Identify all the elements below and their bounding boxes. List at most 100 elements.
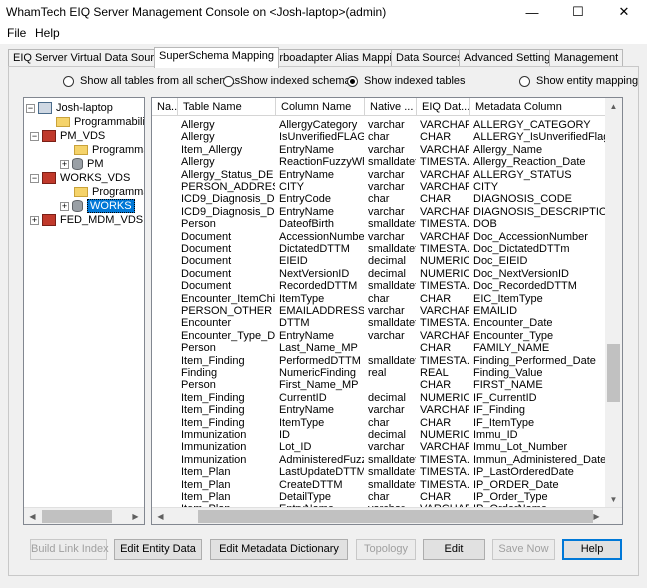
collapse-icon[interactable]: − <box>26 103 35 113</box>
table-row[interactable]: Allergy ReactionFuzzyWh... smalldatet... TI… <box>152 156 607 168</box>
minimize-button[interactable]: — <box>509 0 555 24</box>
table-row[interactable]: Person First_Name_MP CHAR FIRST_NAME <box>152 379 607 391</box>
table-row[interactable]: Allergy AllergyCategory varchar VARCHAR ALLE… <box>152 119 607 131</box>
tab-advanced-settings[interactable]: Advanced Settings <box>459 49 561 67</box>
table-row[interactable]: Document NextVersionID decimal NUMERIC Doc_N… <box>152 268 607 280</box>
table-cell: CITY <box>279 181 305 193</box>
column-header-column-name[interactable]: Column Name <box>276 98 365 116</box>
tree-node-root[interactable]: − Josh-laptop <box>26 101 113 115</box>
expand-icon[interactable]: + <box>60 159 69 169</box>
table-cell: varchar <box>368 305 405 317</box>
table-row[interactable]: Immunization AdministeredFuzzy... smalldat… <box>152 454 607 466</box>
table-row[interactable]: ICD9_Diagnosis_DE EntryCode char CHAR DIAGNO… <box>152 193 607 205</box>
maximize-button[interactable]: ☐ <box>555 0 601 24</box>
help-button[interactable]: Help <box>562 539 622 560</box>
table-cell: NumericFinding <box>279 367 357 379</box>
close-button[interactable]: ✕ <box>601 0 647 24</box>
tree-node-works[interactable]: + WORKS <box>60 199 135 213</box>
collapse-icon[interactable]: − <box>30 173 39 183</box>
table-row[interactable]: Document RecordedDTTM smalldatet... TIMESTA… <box>152 280 607 292</box>
radio-indexed-tables[interactable]: Show indexed tables <box>347 75 466 87</box>
table-cell: Encounter_Type <box>473 329 554 342</box>
table-row[interactable]: Immunization ID decimal NUMERIC Immu_ID <box>152 429 607 441</box>
table-row[interactable]: Document EIEID decimal NUMERIC Doc_EIEID <box>152 255 607 267</box>
radio-indexed-schemas[interactable]: Show indexed schemas <box>223 75 356 87</box>
tree-horizontal-scrollbar[interactable]: ◀ ▶ <box>24 507 144 524</box>
tab-superschema-mapping[interactable]: SuperSchema Mapping <box>154 47 279 68</box>
column-header-name[interactable]: Na... <box>152 98 178 116</box>
tab-eiq-server-vds[interactable]: EIQ Server Virtual Data Sources <box>8 49 177 67</box>
column-header-eiq-type[interactable]: EIQ Dat... <box>417 98 470 116</box>
tree-node-works-programmability[interactable]: Programmab <box>74 185 144 199</box>
table-row[interactable]: Document AccessionNumber varchar VARCHAR Doc… <box>152 231 607 243</box>
column-header-metadata-column[interactable]: Metadata Column <box>470 98 607 116</box>
tree-label: PM_VDS <box>60 130 106 142</box>
table-row[interactable]: Encounter DTTM smalldatet... TIMESTA... Enco… <box>152 317 607 329</box>
table-row[interactable]: Encounter_Type_DE EntryName varchar VARCHAR… <box>152 330 607 342</box>
table-row[interactable]: Allergy_Status_DE EntryName varchar VARCHAR… <box>152 169 607 181</box>
edit-entity-data-button[interactable]: Edit Entity Data <box>114 539 202 560</box>
table-row[interactable]: Item_Allergy EntryName varchar VARCHAR Aller… <box>152 144 607 156</box>
scroll-thumb[interactable] <box>198 510 593 523</box>
table-cell: ALLERGY_IsUnverifiedFlag <box>473 131 606 144</box>
column-header-table-name[interactable]: Table Name <box>178 98 276 116</box>
scroll-left-icon[interactable]: ◀ <box>152 508 169 524</box>
radio-circle[interactable] <box>223 75 234 87</box>
table-row[interactable]: Item_Plan LastUpdateDTTM smalldatet... TIME… <box>152 466 607 478</box>
radio-circle[interactable] <box>519 75 530 87</box>
grid-horizontal-scrollbar[interactable]: ◀ ▶ <box>152 507 622 524</box>
tree-node-fed-mdm-vds[interactable]: + FED_MDM_VDS <box>26 213 143 227</box>
menu-help[interactable]: Help <box>35 26 60 40</box>
edit-button[interactable]: Edit <box>423 539 485 560</box>
tab-data-sources[interactable]: Data Sources <box>391 49 468 67</box>
table-row[interactable]: Item_Finding EntryName varchar VARCHAR IF_Fi… <box>152 404 607 416</box>
grid-vertical-scrollbar[interactable]: ▲ ▼ <box>605 98 622 508</box>
scroll-right-icon[interactable]: ▶ <box>127 508 144 524</box>
build-link-index-button[interactable]: Build Link Index <box>30 539 109 560</box>
tab-management[interactable]: Management <box>549 49 624 67</box>
radio-circle[interactable] <box>63 75 74 87</box>
table-row[interactable]: Person DateofBirth smalldatet... TIMESTA...… <box>152 218 607 230</box>
menu-file[interactable]: File <box>7 26 26 40</box>
collapse-icon[interactable]: − <box>30 131 39 141</box>
scroll-thumb[interactable] <box>607 344 620 402</box>
mapping-grid[interactable]: Na... Table Name Column Name Native ... … <box>151 97 623 525</box>
table-row[interactable]: Person Last_Name_MP CHAR FAMILY_NAME <box>152 342 607 354</box>
expand-icon[interactable]: + <box>30 215 39 225</box>
table-row[interactable]: Document DictatedDTTM smalldatet... TIMESTA… <box>152 243 607 255</box>
scroll-left-icon[interactable]: ◀ <box>24 508 41 524</box>
edit-metadata-dictionary-button[interactable]: Edit Metadata Dictionary <box>210 539 348 560</box>
column-header-native-type[interactable]: Native ... <box>365 98 417 116</box>
table-row[interactable]: PERSON_ADDRESS CITY varchar VARCHAR CITY <box>152 181 607 193</box>
server-tree[interactable]: − Josh-laptop Programmability − PM_VDS P… <box>23 97 145 525</box>
tree-node-programmability[interactable]: Programmability <box>56 115 144 129</box>
tree-node-pm-programmability[interactable]: Programmab <box>74 143 144 157</box>
table-row[interactable]: Item_Finding ItemType char CHAR IF_ItemType <box>152 417 607 429</box>
scroll-right-icon[interactable]: ▶ <box>588 508 605 524</box>
expand-icon[interactable]: + <box>60 201 69 211</box>
tab-turboadapter-alias[interactable]: Turboadapter Alias Mapping <box>262 49 410 67</box>
table-row[interactable]: Item_Plan DetailType char CHAR IP_Order_Type <box>152 491 607 503</box>
table-row[interactable]: Encounter_ItemChild ItemType char CHAR EIC_I… <box>152 293 607 305</box>
table-cell: ID <box>279 429 290 441</box>
table-row[interactable]: Allergy IsUnverifiedFLAG char CHAR ALLERGY_I… <box>152 131 607 143</box>
tree-node-pm[interactable]: + PM <box>60 157 104 171</box>
table-row[interactable]: ICD9_Diagnosis_DE EntryName varchar VARCHAR… <box>152 206 607 218</box>
table-row[interactable]: Item_Finding PerformedDTTM smalldatet... TI… <box>152 355 607 367</box>
table-cell: REAL <box>420 367 449 379</box>
radio-all-tables[interactable]: Show all tables from all schemas <box>63 75 240 87</box>
topology-button[interactable]: Topology <box>356 539 416 560</box>
radio-circle-selected[interactable] <box>347 75 358 87</box>
radio-entity-mapping[interactable]: Show entity mapping <box>519 75 638 87</box>
tree-node-works-vds[interactable]: − WORKS_VDS <box>26 171 130 185</box>
save-now-button[interactable]: Save Now <box>492 539 555 560</box>
table-row[interactable]: Item_Plan CreateDTTM smalldatet... TIMESTA.… <box>152 479 607 491</box>
table-row[interactable]: Immunization Lot_ID varchar VARCHAR Immu_Lot… <box>152 441 607 453</box>
table-row[interactable]: PERSON_OTHER EMAILADDRESS varchar VARCHAR EM… <box>152 305 607 317</box>
scroll-down-icon[interactable]: ▼ <box>605 491 622 508</box>
scroll-thumb[interactable] <box>42 510 112 523</box>
table-row[interactable]: Item_Finding CurrentID decimal NUMERIC IF_Cu… <box>152 392 607 404</box>
scroll-up-icon[interactable]: ▲ <box>605 98 622 115</box>
tree-node-pm-vds[interactable]: − PM_VDS <box>26 129 105 143</box>
table-row[interactable]: Finding NumericFinding real REAL Finding_Val… <box>152 367 607 379</box>
